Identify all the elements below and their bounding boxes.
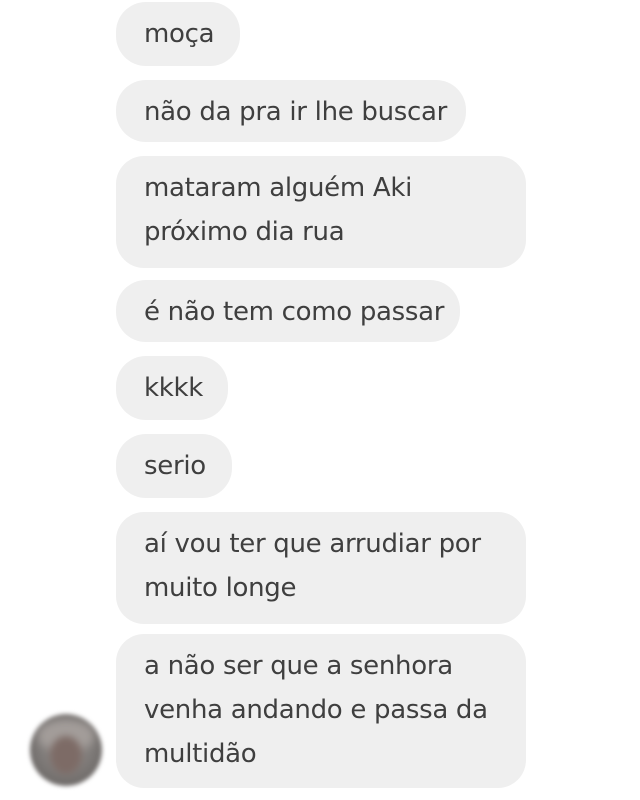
message-line: venha andando e passa da (144, 695, 488, 725)
message-bubble[interactable]: não da pra ir lhe buscar (116, 80, 466, 142)
message-bubble[interactable]: é não tem como passar (116, 280, 460, 342)
message-bubble[interactable]: mataram alguém Aki próximo dia rua (116, 156, 526, 268)
message-line: muito longe (144, 573, 297, 603)
message-bubble[interactable]: moça (116, 2, 240, 66)
message-line: multidão (144, 739, 257, 769)
message-line: moça (144, 19, 215, 49)
message-bubble[interactable]: serio (116, 434, 232, 498)
sender-avatar[interactable] (30, 714, 102, 786)
message-line: não da pra ir lhe buscar (144, 97, 448, 127)
message-line: aí vou ter que arrudiar por (144, 529, 481, 559)
message-line: serio (144, 451, 206, 481)
avatar-face (50, 736, 82, 774)
message-bubble[interactable]: kkkk (116, 356, 228, 420)
message-line: é não tem como passar (144, 297, 445, 327)
chat-thread: moça não da pra ir lhe buscar mataram al… (0, 0, 640, 800)
message-bubble[interactable]: aí vou ter que arrudiar por muito longe (116, 512, 526, 624)
message-line: a não ser que a senhora (144, 651, 453, 681)
message-line: kkkk (144, 373, 204, 403)
message-bubble[interactable]: a não ser que a senhora venha andando e … (116, 634, 526, 788)
message-line: próximo dia rua (144, 217, 345, 247)
message-line: mataram alguém Aki (144, 173, 412, 203)
